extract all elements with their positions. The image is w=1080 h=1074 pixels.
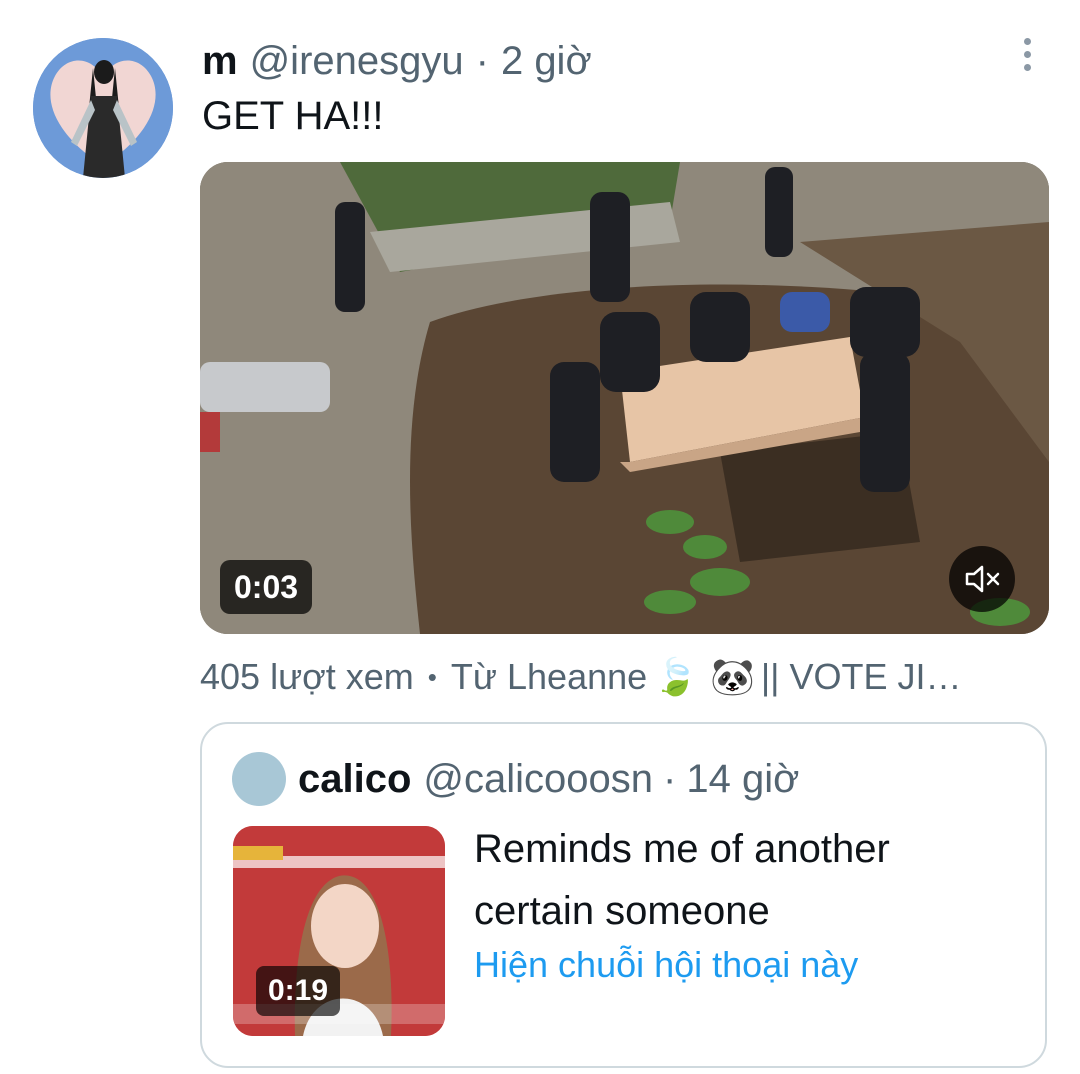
video-frame [200, 162, 1049, 634]
video-meta: 405 lượt xem • Từ Lheanne 🍃 🐼 || VOTE JI… [200, 656, 962, 698]
meta-bullet: • [427, 661, 437, 692]
show-thread-link[interactable]: Hiện chuỗi hội thoại này [474, 944, 858, 986]
quoted-handle[interactable]: @calicooosn [423, 757, 653, 802]
timestamp[interactable]: 2 giờ [501, 39, 592, 84]
view-count: 405 lượt xem [200, 656, 414, 697]
avatar[interactable] [33, 38, 173, 178]
tweet-text: GET HA!!! [202, 94, 384, 138]
leaf-emoji: 🍃 [653, 656, 698, 697]
quoted-separator: · [663, 756, 677, 801]
quoted-video-duration: 0:19 [256, 966, 341, 1016]
more-vertical-icon[interactable] [1012, 38, 1042, 78]
separator-dot: · [475, 38, 489, 83]
avatar-image [33, 38, 173, 178]
quoted-header: calico @calicooosn · 14 giờ [298, 754, 799, 804]
user-handle[interactable]: @irenesgyu [250, 39, 464, 84]
volume-muted-icon[interactable] [949, 546, 1015, 612]
display-name[interactable]: m [202, 39, 238, 84]
quoted-avatar[interactable] [232, 752, 286, 806]
video-duration: 0:03 [220, 560, 313, 614]
quoted-display-name[interactable]: calico [298, 757, 411, 802]
quoted-tweet-text: Reminds me of another certain someone [474, 827, 890, 933]
quoted-timestamp[interactable]: 14 giờ [686, 757, 799, 802]
video-player[interactable] [200, 162, 1049, 634]
source-suffix[interactable]: || VOTE JI… [761, 656, 962, 698]
source-attribution[interactable]: Từ Lheanne [451, 656, 647, 698]
tweet-header: m @irenesgyu · 2 giờ [202, 36, 592, 86]
panda-emoji: 🐼 [709, 656, 755, 697]
